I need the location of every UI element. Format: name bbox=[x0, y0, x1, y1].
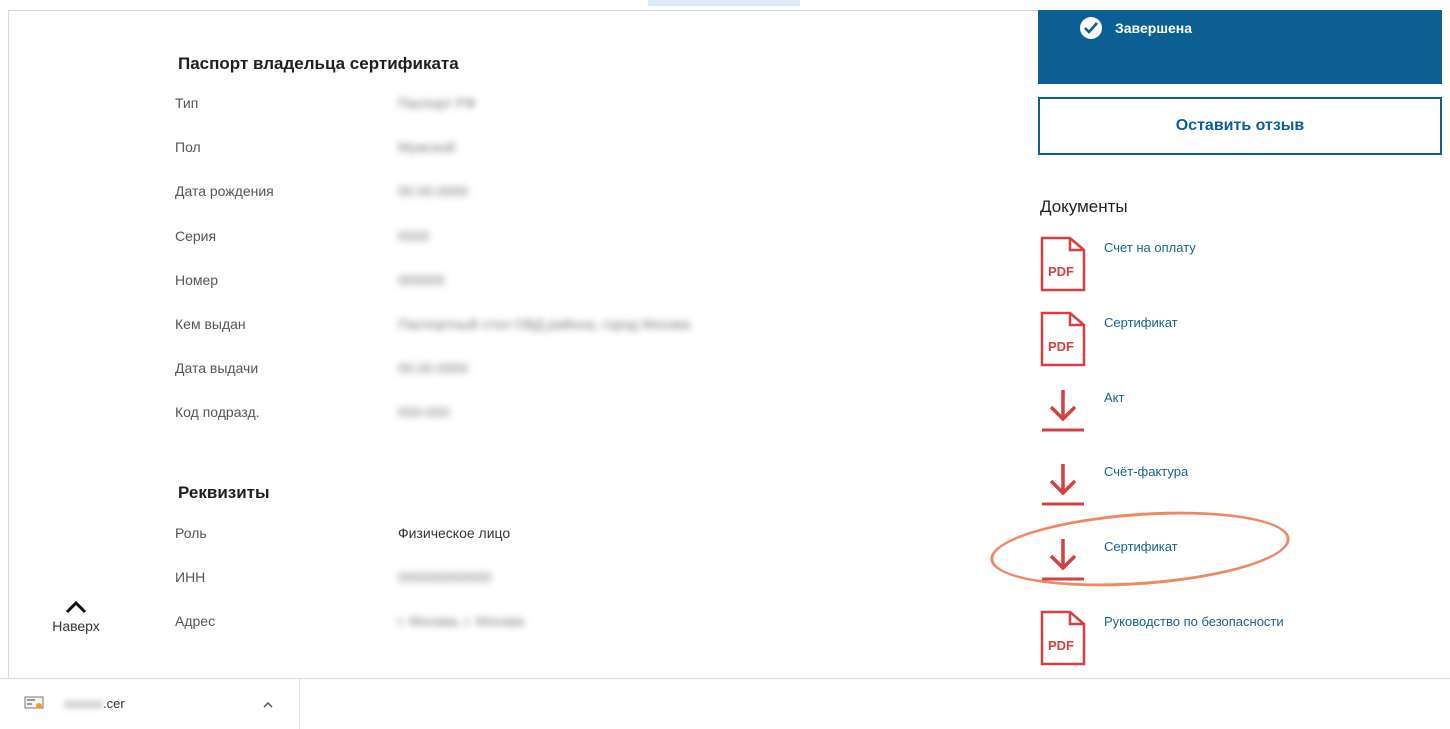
passport-value-series: 0000 bbox=[398, 228, 430, 244]
download-item[interactable]: xxxxxx.cer bbox=[0, 679, 300, 729]
doc-invoice-label[interactable]: Счет на оплату bbox=[1104, 240, 1196, 255]
back-to-top-label: Наверх bbox=[52, 618, 100, 634]
passport-value-issue-date: 00.00.0000 bbox=[398, 360, 469, 376]
passport-value-gender: Мужской bbox=[398, 139, 456, 155]
passport-label-series: Серия bbox=[175, 228, 217, 244]
requisites-title: Реквизиты bbox=[178, 483, 270, 502]
passport-value-dept-code: 000-000 bbox=[398, 404, 450, 420]
status-banner: Завершена bbox=[1038, 10, 1442, 84]
passport-label-type: Тип bbox=[175, 95, 199, 111]
certificate-file-icon bbox=[24, 695, 44, 718]
doc-act-label[interactable]: Акт bbox=[1104, 390, 1124, 405]
passport-value-type: Паспорт РФ bbox=[398, 95, 476, 111]
requisites-value-address: г. Москва, г. Москва bbox=[398, 613, 524, 629]
requisites-label-role: Роль bbox=[175, 525, 207, 541]
download-icon bbox=[1040, 535, 1086, 591]
doc-act-download[interactable]: Акт bbox=[1040, 386, 1440, 446]
chevron-up-icon[interactable] bbox=[262, 697, 274, 715]
leave-feedback-button[interactable]: Оставить отзыв bbox=[1038, 97, 1442, 155]
passport-value-number: 000000 bbox=[398, 272, 445, 288]
download-icon bbox=[1040, 386, 1086, 442]
pdf-icon: PDF bbox=[1040, 311, 1086, 367]
top-tab bbox=[648, 0, 800, 6]
check-circle-icon bbox=[1080, 17, 1102, 39]
requisites-label-inn: ИНН bbox=[175, 569, 206, 585]
requisites-label-address: Адрес bbox=[175, 613, 216, 629]
passport-label-number: Номер bbox=[175, 272, 219, 288]
pdf-icon: PDF bbox=[1040, 236, 1086, 292]
passport-value-birthdate: 00.00.0000 bbox=[398, 183, 469, 199]
passport-title: Паспорт владельца сертификата bbox=[178, 54, 459, 73]
svg-text:PDF: PDF bbox=[1048, 339, 1074, 354]
download-icon bbox=[1040, 460, 1086, 516]
documents-title: Документы bbox=[1040, 197, 1128, 216]
passport-label-issued-by: Кем выдан bbox=[175, 316, 246, 332]
doc-invoice-facture-label[interactable]: Счёт-фактура bbox=[1104, 464, 1188, 479]
doc-invoice-pdf[interactable]: PDF Счет на оплату bbox=[1040, 236, 1440, 296]
download-bar: xxxxxx.cer bbox=[0, 678, 1450, 729]
status-text: Завершена bbox=[1115, 20, 1193, 36]
passport-label-dept-code: Код подразд. bbox=[175, 404, 260, 420]
requisites-value-inn: 000000000000 bbox=[398, 569, 492, 585]
doc-security-guide-label[interactable]: Руководство по безопасности bbox=[1104, 614, 1284, 629]
doc-certificate-label[interactable]: Сертификат bbox=[1104, 315, 1178, 330]
pdf-icon: PDF bbox=[1040, 610, 1086, 666]
passport-label-birthdate: Дата рождения bbox=[175, 183, 274, 199]
doc-certificate-pdf[interactable]: PDF Сертификат bbox=[1040, 311, 1440, 371]
download-file-ext: .cer bbox=[103, 696, 125, 711]
chevron-up-icon bbox=[36, 596, 116, 618]
svg-text:PDF: PDF bbox=[1048, 638, 1074, 653]
doc-security-guide-pdf[interactable]: PDF Руководство по безопасности bbox=[1040, 610, 1440, 670]
download-file-name: xxxxxx.cer bbox=[64, 696, 125, 711]
doc-certificate-download[interactable]: Сертификат bbox=[1040, 535, 1440, 595]
passport-value-issued-by: Паспортный стол ОВД района, город Москва bbox=[398, 316, 690, 332]
doc-invoice-facture-download[interactable]: Счёт-фактура bbox=[1040, 460, 1440, 520]
left-border bbox=[8, 10, 9, 678]
doc-certificate-download-label[interactable]: Сертификат bbox=[1104, 539, 1178, 554]
passport-label-gender: Пол bbox=[175, 139, 201, 155]
back-to-top-button[interactable]: Наверх bbox=[36, 596, 116, 634]
svg-text:PDF: PDF bbox=[1048, 264, 1074, 279]
download-file-name-hidden: xxxxxx bbox=[64, 696, 103, 711]
passport-label-issue-date: Дата выдачи bbox=[175, 360, 259, 376]
requisites-value-role: Физическое лицо bbox=[398, 525, 511, 541]
